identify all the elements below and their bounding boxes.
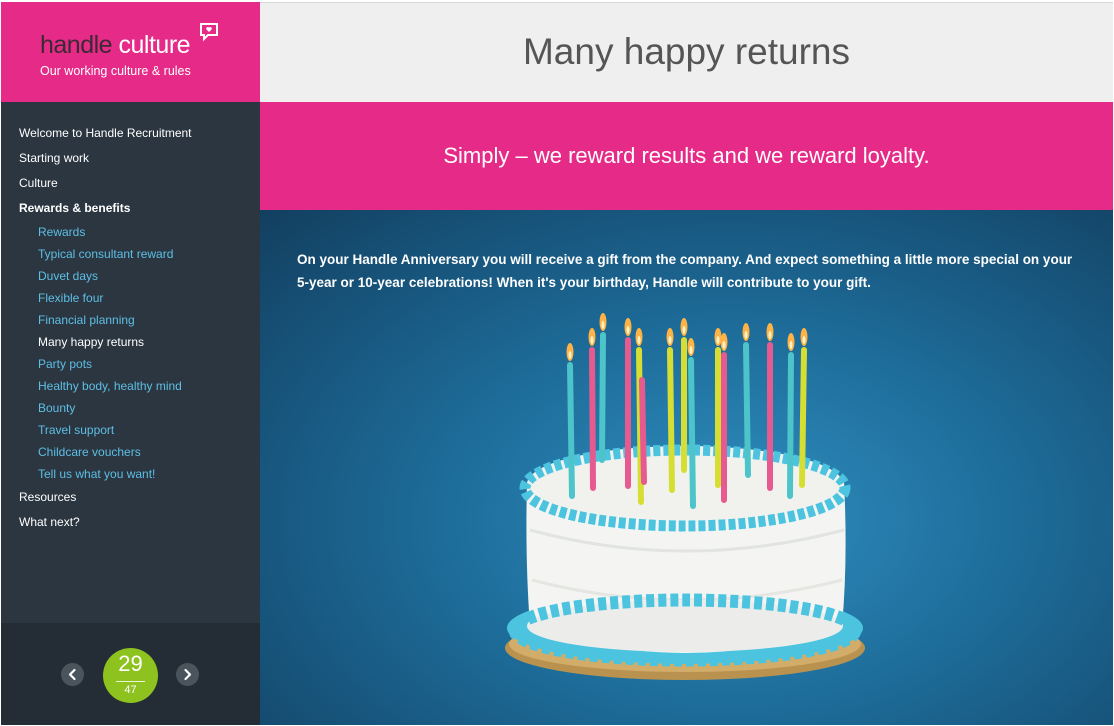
title-bar: Many happy returns <box>260 2 1113 102</box>
sidebar-subitem-childcare-vouchers[interactable]: Childcare vouchers <box>1 442 260 464</box>
sidebar-item-what-next[interactable]: What next? <box>1 511 260 536</box>
page-navigator: 29 47 <box>1 623 260 725</box>
main-content: Many happy returns Simply – we reward re… <box>260 2 1113 725</box>
hero-panel: On your Handle Anniversary you will rece… <box>260 210 1113 725</box>
sidebar-subitem-bounty[interactable]: Bounty <box>1 398 260 420</box>
sidebar-subitem-many-happy-returns[interactable]: Many happy returns <box>1 332 260 354</box>
sidebar-subitem-duvet-days[interactable]: Duvet days <box>1 266 260 288</box>
tagline-banner: Simply – we reward results and we reward… <box>260 102 1113 210</box>
sidebar-item-starting-work[interactable]: Starting work <box>1 147 260 172</box>
sidebar-subitem-financial-planning[interactable]: Financial planning <box>1 310 260 332</box>
page-counter-divider <box>116 681 145 682</box>
sidebar-item-resources[interactable]: Resources <box>1 486 260 511</box>
sidebar-subitem-tell-us[interactable]: Tell us what you want! <box>1 464 260 486</box>
page-title: Many happy returns <box>522 31 850 72</box>
previous-page-button[interactable] <box>61 663 84 686</box>
sidebar-subitem-rewards[interactable]: Rewards <box>1 222 260 244</box>
brand-name-part1: handle <box>40 31 113 59</box>
sidebar-subitem-travel-support[interactable]: Travel support <box>1 420 260 442</box>
sidebar: handle culture Our working culture & rul… <box>1 2 260 725</box>
sidebar-item-culture[interactable]: Culture <box>1 172 260 197</box>
sidebar-item-rewards-benefits[interactable]: Rewards & benefits <box>1 197 260 222</box>
sidebar-subitem-typical-consultant-reward[interactable]: Typical consultant reward <box>1 244 260 266</box>
next-page-button[interactable] <box>176 663 199 686</box>
sidebar-nav: Welcome to Handle Recruitment Starting w… <box>1 122 260 536</box>
brand-header: handle culture Our working culture & rul… <box>1 2 260 102</box>
sidebar-subitem-party-pots[interactable]: Party pots <box>1 354 260 376</box>
current-page-number: 29 <box>118 651 143 676</box>
chevron-left-icon <box>68 668 76 681</box>
chevron-right-icon <box>184 668 192 681</box>
banner-text: Simply – we reward results and we reward… <box>443 143 930 168</box>
speech-bubble-icon <box>200 23 218 42</box>
app-frame: handle culture Our working culture & rul… <box>1 2 1113 725</box>
sidebar-subitem-healthy-body[interactable]: Healthy body, healthy mind <box>1 376 260 398</box>
brand-name-part2: culture <box>118 31 191 59</box>
brand-tagline: Our working culture & rules <box>40 64 191 78</box>
page-counter-badge: 29 47 <box>103 648 158 703</box>
total-pages-number: 47 <box>124 684 137 696</box>
birthday-cake-image <box>505 313 865 680</box>
body-text: On your Handle Anniversary you will rece… <box>297 252 1073 290</box>
sidebar-item-welcome[interactable]: Welcome to Handle Recruitment <box>1 122 260 147</box>
sidebar-subitem-flexible-four[interactable]: Flexible four <box>1 288 260 310</box>
brand-logo: handle culture <box>40 31 191 60</box>
